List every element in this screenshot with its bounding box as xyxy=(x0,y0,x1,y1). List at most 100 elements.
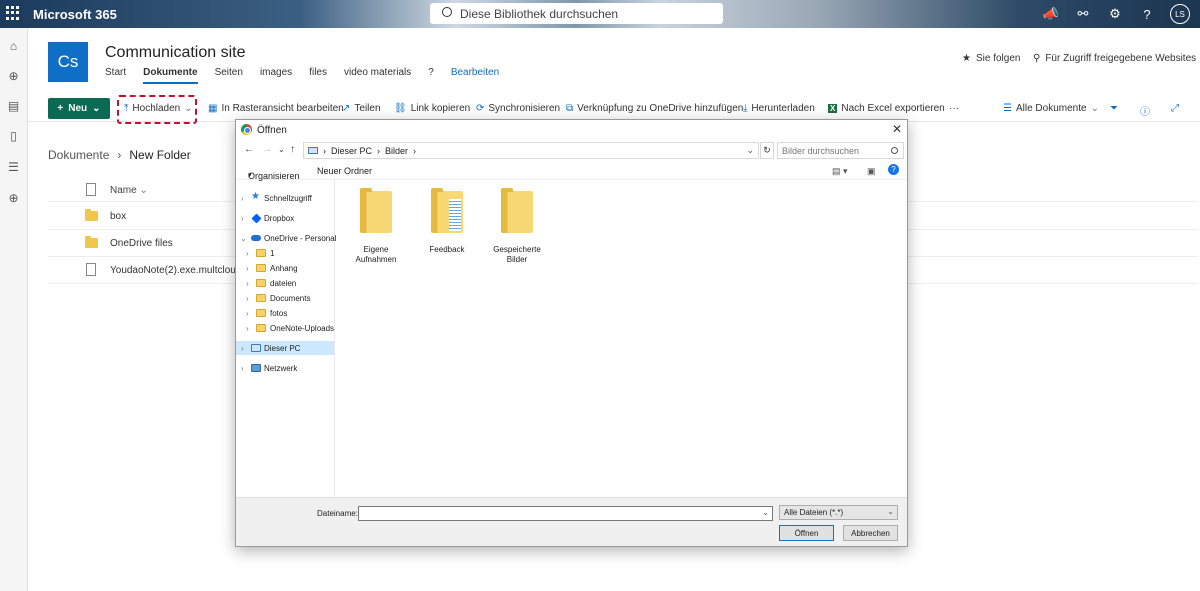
close-icon[interactable]: ✕ xyxy=(892,122,902,136)
tree-item-dropbox[interactable]: › Dropbox xyxy=(236,211,334,225)
add-shortcut-button[interactable]: ⧉ Verknüpfung zu OneDrive hinzufügen xyxy=(566,103,743,114)
dialog-search-input[interactable]: Bilder durchsuchen xyxy=(777,142,904,159)
filetype-select[interactable]: Alle Dateien (*.*) ⌄ xyxy=(779,505,898,520)
file-type-icon xyxy=(86,183,96,196)
filename-label: Dateiname: xyxy=(317,509,358,518)
chevron-down-icon: ⌄ xyxy=(139,185,148,196)
new-folder-button[interactable]: Neuer Ordner xyxy=(317,166,372,176)
shared-sites-button[interactable]: ⚲ Für Zugriff freigegebene Websites xyxy=(1033,53,1196,64)
globe-icon[interactable]: ⊕ xyxy=(6,68,21,83)
nav-edit-link[interactable]: Bearbeiten xyxy=(451,67,499,84)
path-segment[interactable]: Bilder xyxy=(385,146,408,156)
folder-item-gespeicherte-bilder[interactable]: Gespeicherte Bilder xyxy=(482,188,552,265)
tree-item-dateien[interactable]: › dateien xyxy=(236,276,334,290)
recent-chevron-icon[interactable]: ⌄ xyxy=(278,145,285,154)
add-circle-icon[interactable]: ⊕ xyxy=(6,190,21,205)
folder-item-feedback[interactable]: Feedback xyxy=(412,188,482,255)
list-icon[interactable]: ☰ xyxy=(6,159,21,174)
tree-item-anhang[interactable]: › Anhang xyxy=(236,261,334,275)
sync-button[interactable]: ⟳ Synchronisieren xyxy=(476,103,560,114)
file-icon[interactable]: ▯ xyxy=(6,128,21,143)
info-icon[interactable]: ⓘ xyxy=(1140,103,1150,118)
column-name-header[interactable]: Name ⌄ xyxy=(110,185,148,196)
dialog-titlebar[interactable]: Öffnen ✕ xyxy=(236,120,907,140)
app-launcher-icon[interactable] xyxy=(6,6,20,20)
nav-start[interactable]: Start xyxy=(105,67,126,84)
more-button[interactable]: ··· xyxy=(949,103,959,114)
tree-label: Dropbox xyxy=(264,213,295,223)
address-bar[interactable]: › Dieser PC › Bilder › ⌄ xyxy=(303,142,759,159)
tree-label: Documents xyxy=(270,293,311,303)
nav-video-materials[interactable]: video materials xyxy=(344,67,411,84)
row-name[interactable]: YoudaoNote(2).exe.multcloud xyxy=(110,265,241,276)
back-arrow-icon[interactable]: ← xyxy=(244,144,254,155)
folder-icon xyxy=(256,294,266,302)
filename-input[interactable]: ⌄ xyxy=(358,506,773,521)
nav-files[interactable]: files xyxy=(309,67,327,84)
row-name[interactable]: box xyxy=(110,211,126,222)
tree-item-folder-1[interactable]: › 1 xyxy=(236,246,334,260)
tree-item-network[interactable]: › Netzwerk xyxy=(236,361,334,375)
search-placeholder: Diese Bibliothek durchsuchen xyxy=(460,7,619,21)
chevron-down-icon[interactable]: ⌄ xyxy=(746,145,754,156)
open-button[interactable]: Öffnen xyxy=(779,525,834,541)
chevron-right-icon: › xyxy=(413,145,417,156)
view-options-icon[interactable]: ▤ ▾ xyxy=(832,166,848,177)
tree-label: fotos xyxy=(270,308,288,318)
filter-icon[interactable]: ⏷ xyxy=(1110,103,1118,114)
tree-item-onenote-uploads[interactable]: › OneNote-Uploads xyxy=(236,321,334,335)
nav-dokumente[interactable]: Dokumente xyxy=(143,67,198,84)
follow-button[interactable]: ★ Sie folgen xyxy=(962,53,1020,64)
path-segment[interactable]: Dieser PC xyxy=(331,146,372,156)
help-icon[interactable]: ? xyxy=(1138,5,1156,23)
folder-item-eigene-aufnahmen[interactable]: Eigene Aufnahmen xyxy=(341,188,411,265)
gear-icon[interactable]: ⚙ xyxy=(1106,5,1124,23)
folder-icon xyxy=(431,188,463,233)
folder-icon xyxy=(256,279,266,287)
grid-label: In Rasteransicht bearbeiten xyxy=(221,103,344,114)
tree-item-fotos[interactable]: › fotos xyxy=(236,306,334,320)
grid-view-button[interactable]: ▦ In Rasteransicht bearbeiten xyxy=(208,103,344,114)
up-arrow-icon[interactable]: ↑ xyxy=(290,144,295,155)
forward-arrow-icon[interactable]: → xyxy=(262,144,272,155)
tree-item-onedrive[interactable]: ⌄ OneDrive - Personal xyxy=(236,231,336,245)
home-icon[interactable]: ⌂ xyxy=(6,38,21,53)
breadcrumb-root[interactable]: Dokumente xyxy=(48,148,109,162)
folder-icon xyxy=(360,188,392,233)
expand-icon[interactable]: ⤢ xyxy=(1171,103,1179,114)
tree-item-documents[interactable]: › Documents xyxy=(236,291,334,305)
cancel-button[interactable]: Abbrechen xyxy=(843,525,898,541)
nav-images[interactable]: images xyxy=(260,67,292,84)
avatar[interactable]: LS xyxy=(1170,4,1190,24)
help-icon[interactable]: ? xyxy=(888,164,899,175)
site-title[interactable]: Communication site xyxy=(105,44,246,62)
search-box[interactable]: Diese Bibliothek durchsuchen xyxy=(430,3,723,24)
share-network-icon[interactable]: ⚯ xyxy=(1074,5,1092,23)
share-button[interactable]: ↗ Teilen xyxy=(342,103,381,114)
nav-unknown[interactable]: ? xyxy=(428,67,434,84)
chevron-right-icon: › xyxy=(246,308,249,318)
row-name[interactable]: OneDrive files xyxy=(110,238,173,249)
tree-item-quick-access[interactable]: › ★ Schnellzugriff xyxy=(236,191,334,205)
news-icon[interactable]: ▤ xyxy=(6,98,21,113)
new-button[interactable]: + Neu ⌄ xyxy=(48,98,110,119)
chevron-down-icon[interactable]: ⌄ xyxy=(762,508,769,517)
chevron-right-icon: › xyxy=(246,263,249,273)
folder-label: Feedback xyxy=(429,245,465,254)
dropbox-icon xyxy=(251,213,262,223)
export-excel-button[interactable]: X Nach Excel exportieren xyxy=(828,103,945,114)
refresh-icon[interactable]: ↻ xyxy=(760,142,774,159)
view-selector[interactable]: ☰ Alle Dokumente ⌄ xyxy=(1003,103,1099,114)
download-button[interactable]: ⤓ Herunterladen xyxy=(743,103,815,114)
nav-seiten[interactable]: Seiten xyxy=(215,67,243,84)
copy-link-button[interactable]: ⛓ Link kopieren xyxy=(394,103,470,114)
chevron-right-icon: › xyxy=(117,148,122,162)
megaphone-icon[interactable]: 📣 xyxy=(1042,5,1060,23)
preview-pane-icon[interactable]: ▣ xyxy=(867,166,876,177)
document-icon xyxy=(449,199,461,231)
brand-name[interactable]: Microsoft 365 xyxy=(33,7,117,22)
site-logo[interactable]: Cs xyxy=(48,42,88,82)
view-label: Alle Dokumente xyxy=(1015,103,1087,114)
shortcut-label: Verknüpfung zu OneDrive hinzufügen xyxy=(577,103,744,114)
tree-item-this-pc[interactable]: › Dieser PC xyxy=(236,341,334,355)
